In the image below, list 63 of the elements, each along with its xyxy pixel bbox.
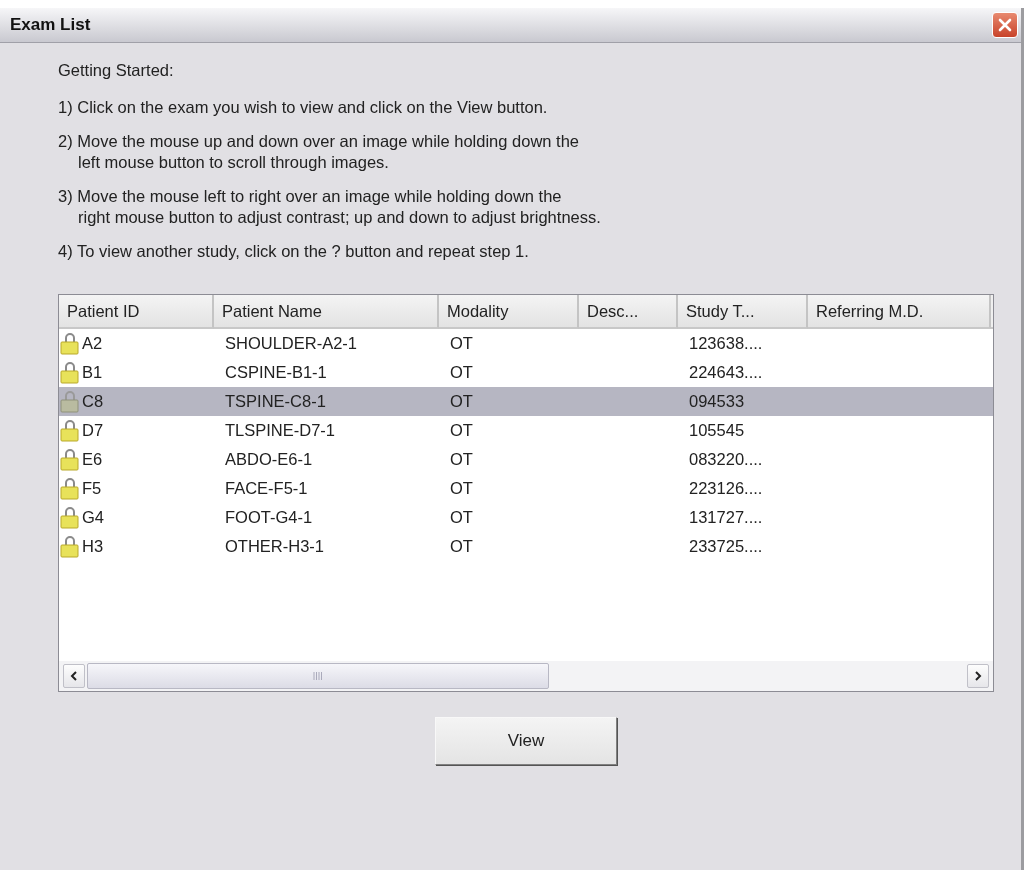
table-cell: 083220.... (689, 450, 763, 469)
column-header[interactable]: Patient ID (59, 295, 214, 329)
scroll-right-button[interactable] (967, 664, 989, 688)
table-cell: 123638.... (689, 334, 763, 353)
instruction-text: left mouse button to scroll through images. (77, 152, 390, 173)
instruction-text: 1) Click on the exam you wish to view and click on the View button. (58, 97, 549, 118)
column-header[interactable]: Modality (439, 295, 579, 329)
table-cell: A2 (82, 334, 103, 353)
table-cell: OT (450, 334, 473, 353)
table-row[interactable]: G4 FOOT-G4-1 OT 131727.... (59, 503, 993, 532)
close-icon (996, 16, 1014, 34)
table-cell: 131727.... (689, 508, 763, 527)
table-cell: OT (450, 363, 473, 382)
table-cell: FACE-F5-1 (225, 479, 308, 498)
column-header[interactable]: Desc... (579, 295, 678, 329)
table-cell: 223126.... (689, 479, 763, 498)
table-cell: E6 (82, 450, 103, 469)
table-cell: G4 (82, 508, 104, 527)
column-header[interactable]: Referring M.D. (808, 295, 991, 329)
table-cell: TLSPINE-D7-1 (225, 421, 336, 440)
table-row[interactable]: B1 CSPINE-B1-1 OT 224643.... (59, 358, 993, 387)
table-cell: TSPINE-C8-1 (225, 392, 326, 411)
horizontal-scrollbar[interactable] (59, 661, 993, 691)
table-cell: OT (450, 537, 473, 556)
table-cell: H3 (82, 537, 104, 556)
table-cell: C8 (82, 392, 104, 411)
view-button[interactable]: View (435, 717, 617, 765)
grip-icon (313, 672, 323, 680)
table-cell: D7 (82, 421, 104, 440)
column-header[interactable]: Study T... (678, 295, 808, 329)
heading-text: Getting Started: (58, 61, 175, 80)
column-header[interactable]: Patient Name (214, 295, 439, 329)
table-cell: B1 (82, 363, 103, 382)
instruction-text: 2) Move the mouse up and down over an image while holding down the (58, 131, 580, 152)
table-cell: SHOULDER-A2-1 (225, 334, 358, 353)
table-cell: CSPINE-B1-1 (225, 363, 327, 382)
table-cell: 105545 (689, 421, 745, 440)
table-cell: FOOT-G4-1 (225, 508, 313, 527)
table-cell: ABDO-E6-1 (225, 450, 313, 469)
scroll-left-button[interactable] (63, 664, 85, 688)
scroll-thumb[interactable] (87, 663, 549, 689)
table-row[interactable]: A2 SHOULDER-A2-1 OT 123638.... (59, 329, 993, 358)
table-cell: 224643.... (689, 363, 763, 382)
instruction-text: right mouse button to adjust contrast; up and down to adjust brightness. (77, 207, 602, 228)
padlock-icon (59, 390, 81, 413)
table-cell: OT (450, 450, 473, 469)
table-row[interactable]: F5 FACE-F5-1 OT 223126.... (59, 474, 993, 503)
instruction-text: 4) To view another study, click on the ? button and repeat step 1. (58, 241, 530, 262)
table-cell: OT (450, 421, 473, 440)
table-row[interactable]: D7 TLSPINE-D7-1 OT 105545 (59, 416, 993, 445)
table-cell: OT (450, 479, 473, 498)
table-row[interactable]: H3 OTHER-H3-1 OT 233725.... (59, 532, 993, 561)
window-title: Exam List (10, 15, 91, 35)
table-cell: OT (450, 392, 473, 411)
table-cell: OT (450, 508, 473, 527)
table-cell: 233725.... (689, 537, 763, 556)
table-row[interactable]: C8 TSPINE-C8-1 OT 094533 (59, 387, 993, 416)
instruction-text: 3) Move the mouse left to right over an image while holding down the (58, 186, 563, 207)
table-cell: OTHER-H3-1 (225, 537, 324, 556)
table-cell: 094533 (689, 392, 745, 411)
close-button[interactable] (992, 12, 1018, 38)
table-cell: F5 (82, 479, 102, 498)
table-row[interactable]: E6 ABDO-E6-1 OT 083220.... (59, 445, 993, 474)
